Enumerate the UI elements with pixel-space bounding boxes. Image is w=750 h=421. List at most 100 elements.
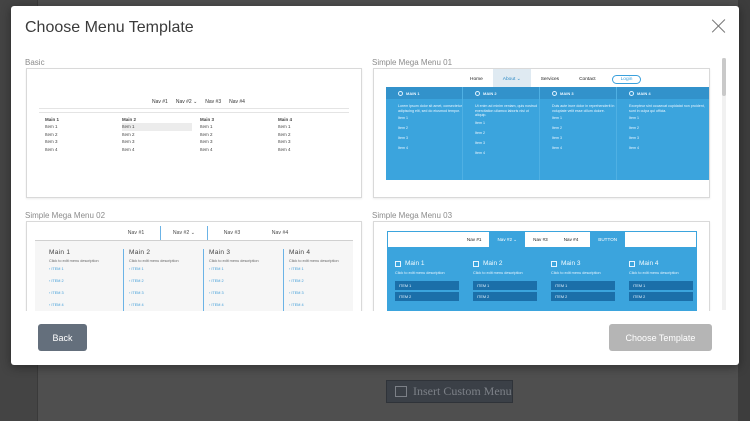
modal-title: Choose Menu Template bbox=[25, 19, 194, 36]
circle-icon bbox=[629, 90, 634, 96]
mega03-column: Main 3 Click to edit menu description IT… bbox=[551, 260, 621, 301]
basic-item: Item 3 bbox=[122, 139, 135, 145]
mega01-item: Item 1 bbox=[629, 116, 639, 121]
basic-item: Item 3 bbox=[45, 139, 58, 145]
insert-custom-menu-button: Insert Custom Menu bbox=[386, 380, 513, 403]
mega03-nav-item: Nav #3 bbox=[533, 237, 548, 242]
back-button[interactable]: Back bbox=[38, 324, 87, 351]
basic-column: Main 2 Item 1 Item 2 Item 3 Item 4 bbox=[122, 116, 192, 153]
mega01-item: Item 4 bbox=[398, 146, 408, 151]
mega01-item: Item 3 bbox=[475, 140, 485, 145]
mega03-item: ITEM 1 bbox=[473, 281, 537, 290]
basic-item: Item 4 bbox=[45, 146, 58, 152]
mega01-column: MAIN 4 Excepteur sint occaecat cupidatat… bbox=[617, 87, 709, 180]
template-scrollbar[interactable] bbox=[722, 58, 726, 310]
template-card-mega-01[interactable]: Home About ⌄ Services Contact Login MAIN… bbox=[373, 68, 710, 198]
mega03-column-header: Main 2 bbox=[473, 260, 543, 267]
mega02-column-title: Main 1 bbox=[49, 249, 71, 256]
mega02-item: ITEM 2 bbox=[129, 275, 199, 287]
mega03-column-title: Main 1 bbox=[405, 260, 425, 267]
basic-nav-item: Nav #4 bbox=[229, 99, 245, 105]
scrollbar-thumb[interactable] bbox=[722, 58, 726, 96]
choose-template-modal: Choose Menu Template Basic Nav #1 Nav #2… bbox=[11, 6, 739, 365]
background-right-panel bbox=[738, 0, 750, 421]
mega01-item: Item 3 bbox=[552, 136, 562, 141]
mega03-column: Main 2 Click to edit menu description IT… bbox=[473, 260, 543, 301]
basic-column-title: Main 2 bbox=[122, 117, 137, 122]
mega03-column-header: Main 1 bbox=[395, 260, 465, 267]
template-card-basic[interactable]: Nav #1 Nav #2 ⌄ Nav #3 Nav #4 Main 1 Ite… bbox=[26, 68, 362, 198]
basic-column-title: Main 3 bbox=[200, 117, 215, 122]
menu-icon bbox=[395, 386, 407, 397]
mega03-item: ITEM 2 bbox=[395, 292, 459, 301]
mega03-item-label: ITEM 1 bbox=[555, 283, 568, 288]
mega03-column-header: Main 3 bbox=[551, 260, 621, 267]
template-grid[interactable]: Basic Nav #1 Nav #2 ⌄ Nav #3 Nav #4 Main… bbox=[25, 56, 721, 311]
basic-item: Item 2 bbox=[122, 131, 135, 137]
mega01-column-header: MAIN 4 bbox=[617, 87, 709, 99]
mega03-nav-item-active: Nav #2 ⌄ bbox=[489, 232, 526, 247]
mega03-item-label: ITEM 2 bbox=[399, 294, 412, 299]
mega03-column-title: Main 4 bbox=[639, 260, 659, 267]
mega01-item: Item 2 bbox=[629, 126, 639, 131]
mega02-item: ITEM 3 bbox=[129, 287, 199, 299]
calendar-icon bbox=[551, 260, 557, 267]
mega01-item: Item 2 bbox=[475, 130, 485, 135]
basic-item: Item 1 bbox=[45, 124, 58, 130]
mega03-column-header: Main 4 bbox=[629, 260, 699, 267]
mega02-item: ITEM 3 bbox=[289, 287, 359, 299]
mega03-item: ITEM 1 bbox=[629, 281, 693, 290]
mega01-column-text: Ut enim ad minim veniam, quis nostrud ex… bbox=[475, 104, 538, 118]
basic-column-title: Main 4 bbox=[278, 117, 293, 122]
mega03-column-text: Click to edit menu description bbox=[629, 271, 679, 275]
basic-nav-item: Nav #3 bbox=[205, 99, 222, 105]
mega02-item: ITEM 1 bbox=[289, 263, 359, 275]
mega02-nav: Nav #1 Nav #2 ⌄ Nav #3 Nav #4 bbox=[112, 226, 304, 240]
mega02-nav-item: Nav #4 bbox=[271, 230, 289, 236]
basic-column: Main 1 Item 1 Item 2 Item 3 Item 4 bbox=[45, 116, 115, 153]
mega03-column-text: Click to edit menu description bbox=[395, 271, 445, 275]
mega03-nav-item: Nav #4 bbox=[563, 237, 579, 242]
calendar-icon bbox=[473, 260, 479, 267]
template-card-mega-03[interactable]: Nav #1 Nav #2 ⌄ Nav #3 Nav #4 BUTTON Mai… bbox=[373, 221, 710, 311]
mega03-item: ITEM 2 bbox=[473, 292, 537, 301]
insert-custom-menu-label: Insert Custom Menu bbox=[413, 384, 512, 398]
mega03-column-title: Main 2 bbox=[483, 260, 503, 267]
mega01-column-header: MAIN 1 bbox=[386, 87, 462, 99]
mega02-item: ITEM 3 bbox=[49, 287, 119, 299]
mega02-item: ITEM 1 bbox=[209, 263, 279, 275]
mega02-item: ITEM 1 bbox=[129, 263, 199, 275]
basic-column-title: Main 1 bbox=[45, 117, 60, 122]
mega03-dropdown-panel: Main 1 Click to edit menu description IT… bbox=[387, 248, 697, 311]
choose-template-button[interactable]: Choose Template bbox=[609, 324, 712, 351]
circle-icon bbox=[475, 90, 480, 96]
template-label-mega-03: Simple Mega Menu 03 bbox=[372, 211, 453, 220]
basic-item: Item 1 bbox=[278, 124, 291, 130]
mega01-column-header: MAIN 3 bbox=[540, 87, 616, 99]
mega03-item: ITEM 1 bbox=[551, 281, 615, 290]
mega01-column: MAIN 3 Duis aute irure dolor in reprehen… bbox=[540, 87, 617, 180]
template-label-mega-02: Simple Mega Menu 02 bbox=[25, 211, 106, 220]
mega02-column-title: Main 4 bbox=[289, 249, 311, 256]
mega02-item: ITEM 4 bbox=[289, 299, 359, 311]
basic-divider bbox=[39, 112, 349, 113]
circle-icon bbox=[552, 90, 557, 96]
mega02-column-title: Main 2 bbox=[129, 249, 151, 256]
mega01-column: MAIN 1 Lorem ipsum dolor sit amet, conse… bbox=[386, 87, 463, 180]
mega01-item: Item 1 bbox=[475, 120, 485, 125]
close-icon[interactable] bbox=[711, 18, 727, 34]
template-label-basic: Basic bbox=[25, 58, 45, 67]
mega01-column-text: Excepteur sint occaecat cupidatat non pr… bbox=[629, 104, 705, 113]
mega01-item: Item 4 bbox=[475, 150, 485, 155]
mega01-column-title: MAIN 2 bbox=[483, 90, 497, 96]
mega02-item: ITEM 1 bbox=[49, 263, 119, 275]
mega03-column-text: Click to edit menu description bbox=[473, 271, 523, 275]
basic-item: Item 1 bbox=[200, 124, 213, 130]
mega01-item: Item 1 bbox=[552, 116, 562, 121]
basic-item: Item 2 bbox=[200, 131, 213, 137]
template-card-mega-02[interactable]: Nav #1 Nav #2 ⌄ Nav #3 Nav #4 Main 1 Cli… bbox=[26, 221, 362, 311]
basic-divider bbox=[39, 108, 349, 109]
mega02-column: Main 3 Click to edit menu description IT… bbox=[209, 249, 279, 311]
mega01-item: Item 1 bbox=[398, 116, 408, 121]
mega02-column-divider bbox=[203, 249, 204, 311]
